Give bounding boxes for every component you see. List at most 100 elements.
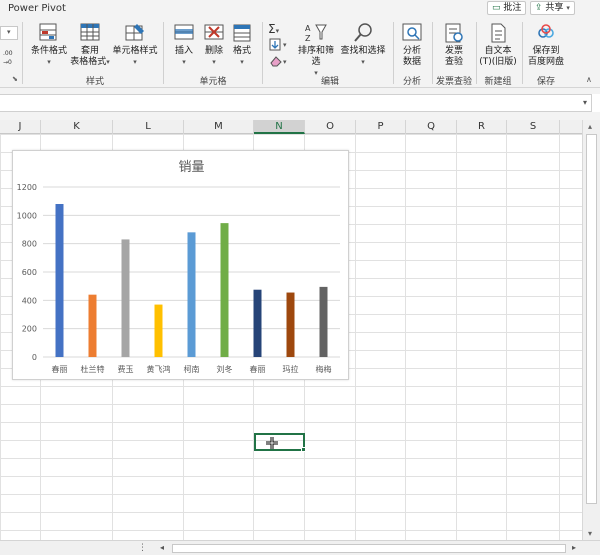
svg-text:A: A: [305, 24, 311, 33]
svg-text:Z: Z: [305, 34, 311, 43]
group-label-cells: 单元格: [199, 77, 227, 87]
horizontal-scroll-thumb[interactable]: [172, 544, 566, 553]
y-tick-label: 0: [32, 353, 37, 362]
group-label-new-group: 新建组: [484, 77, 512, 87]
chevron-down-icon: ▾: [47, 58, 51, 66]
svg-text:▾: ▾: [283, 41, 287, 49]
bar-8: [319, 286, 328, 357]
conditional-format-icon: [39, 23, 57, 41]
delete-cells-button[interactable]: 删除 ▾: [200, 22, 228, 68]
x-tick-label: 春丽: [52, 364, 68, 374]
share-icon: ⇪: [535, 3, 543, 13]
y-tick-label: 1000: [17, 211, 37, 220]
scroll-left-icon[interactable]: ◂: [160, 543, 164, 552]
grid-column-line: [405, 134, 406, 540]
bar-3: [154, 304, 163, 357]
group-separator: [22, 22, 23, 84]
tab-power-pivot[interactable]: Power Pivot: [8, 3, 66, 14]
chevron-down-icon[interactable]: ▾: [583, 98, 587, 107]
column-header-m[interactable]: M: [184, 120, 254, 134]
chart-title: 销量: [178, 160, 204, 175]
column-header-p[interactable]: P: [356, 120, 406, 134]
cell-styles-button[interactable]: 单元格样式 ▾: [110, 22, 160, 68]
y-tick-label: 400: [22, 296, 37, 305]
x-tick-label: 春丽: [250, 364, 266, 374]
find-select-button[interactable]: 查找和选择 ▾: [340, 22, 386, 68]
x-tick-label: 梅梅: [316, 364, 332, 374]
x-tick-label: 刘冬: [217, 364, 233, 374]
scroll-down-icon[interactable]: ▾: [588, 529, 592, 538]
group-label-save: 保存: [536, 77, 555, 87]
x-tick-label: 玛拉: [283, 364, 299, 374]
column-header-r[interactable]: R: [457, 120, 507, 134]
number-format-dropdown[interactable]: ▾: [0, 26, 18, 40]
cell-styles-icon: [125, 24, 144, 41]
formula-bar[interactable]: ▾: [0, 94, 592, 112]
horizontal-scrollbar[interactable]: ⋮ ◂ ▸: [0, 540, 600, 555]
svg-text:→0: →0: [3, 59, 12, 66]
group-label-analysis: 分析: [402, 77, 421, 87]
search-icon: [354, 23, 372, 42]
ribbon-tab-bar: Power Pivot ▭ 批注 ⇪ 共享 ▾: [0, 0, 600, 18]
insert-cells-icon: [174, 24, 194, 40]
number-group-launcher-icon[interactable]: ⬊: [12, 75, 18, 83]
column-header-s[interactable]: S: [507, 120, 560, 134]
autosum-button[interactable]: Σ▾: [268, 22, 292, 36]
chevron-down-icon: ▾: [566, 4, 570, 12]
conditional-format-button[interactable]: 条件格式 ▾: [28, 22, 70, 68]
group-separator: [522, 22, 523, 84]
fill-button[interactable]: ▾: [268, 38, 292, 52]
grid-column-line: [456, 134, 457, 540]
analyze-data-button[interactable]: 分析 数据: [397, 22, 427, 68]
bar-6: [253, 289, 262, 357]
save-to-baidu-button[interactable]: 保存到 百度网盘: [525, 22, 567, 68]
scroll-up-icon[interactable]: ▴: [588, 122, 592, 131]
decrease-decimal-button[interactable]: .00 →0: [2, 48, 16, 68]
group-label-invoice: 发票查验: [435, 77, 472, 87]
chevron-down-icon: ▾: [361, 58, 365, 66]
column-header-k[interactable]: K: [41, 120, 113, 134]
bar-1: [88, 294, 97, 357]
invoice-check-button[interactable]: 发票 查验: [436, 22, 472, 68]
insert-cells-button[interactable]: 插入 ▾: [168, 22, 200, 68]
from-text-legacy-button[interactable]: 自文本 (T)(旧版): [478, 22, 518, 68]
bar-5: [220, 223, 229, 357]
group-separator: [262, 22, 263, 84]
chevron-down-icon: ▾: [212, 58, 216, 66]
bar-2: [121, 239, 130, 357]
column-header-n[interactable]: N: [254, 120, 305, 134]
chart-canvas: 销量 0 200 400 600 800 1000 1200 春丽 杜兰特 费玉 黄飞鸿 柯南 刘冬 春丽 玛…: [17, 160, 340, 374]
y-tick-label: 600: [22, 268, 37, 277]
share-button[interactable]: ⇪ 共享 ▾: [530, 1, 575, 15]
sort-filter-button[interactable]: A Z 排序和筛选 ▾: [294, 22, 338, 79]
ribbon-collapse-icon[interactable]: ∧: [586, 75, 592, 84]
more-sheets-icon[interactable]: ⋮: [138, 543, 147, 553]
column-header-l[interactable]: L: [113, 120, 184, 134]
column-header-q[interactable]: Q: [406, 120, 457, 134]
selected-cell[interactable]: [254, 433, 306, 452]
fill-down-icon: ▾: [269, 38, 287, 51]
scroll-right-icon[interactable]: ▸: [572, 543, 576, 552]
group-separator: [163, 22, 164, 84]
format-cells-icon: [233, 24, 251, 42]
clear-button[interactable]: ▾: [268, 54, 292, 68]
comment-button[interactable]: ▭ 批注: [487, 1, 527, 15]
text-file-icon: [491, 23, 506, 43]
bar-7: [286, 292, 295, 357]
sort-filter-icon: A Z: [305, 24, 327, 43]
column-header-j[interactable]: J: [0, 120, 41, 134]
x-tick-label: 费玉: [118, 364, 134, 374]
column-header-o[interactable]: O: [305, 120, 356, 134]
format-as-table-button[interactable]: 套用 表格格式▾: [70, 22, 110, 68]
fill-handle[interactable]: [301, 447, 306, 452]
move-cursor-icon: [266, 437, 278, 449]
cloud-icon: [538, 24, 554, 38]
format-cells-button[interactable]: 格式 ▾: [228, 22, 256, 68]
ribbon: ▾ .00 →0 ⬊ 条件格式 ▾ 套用 表格格式▾ 单元格样式 ▾ 样式 插入…: [0, 18, 600, 88]
x-tick-label: 柯南: [184, 364, 200, 374]
bar-chart[interactable]: 销量 0 200 400 600 800 1000 1200 春丽 杜兰特 费玉 黄飞鸿 柯南 刘冬 春丽 玛…: [12, 150, 349, 380]
vertical-scroll-thumb[interactable]: [586, 134, 597, 504]
group-separator: [432, 22, 433, 84]
vertical-scrollbar[interactable]: ▴ ▾: [582, 120, 600, 540]
y-tick-label: 1200: [17, 183, 37, 192]
